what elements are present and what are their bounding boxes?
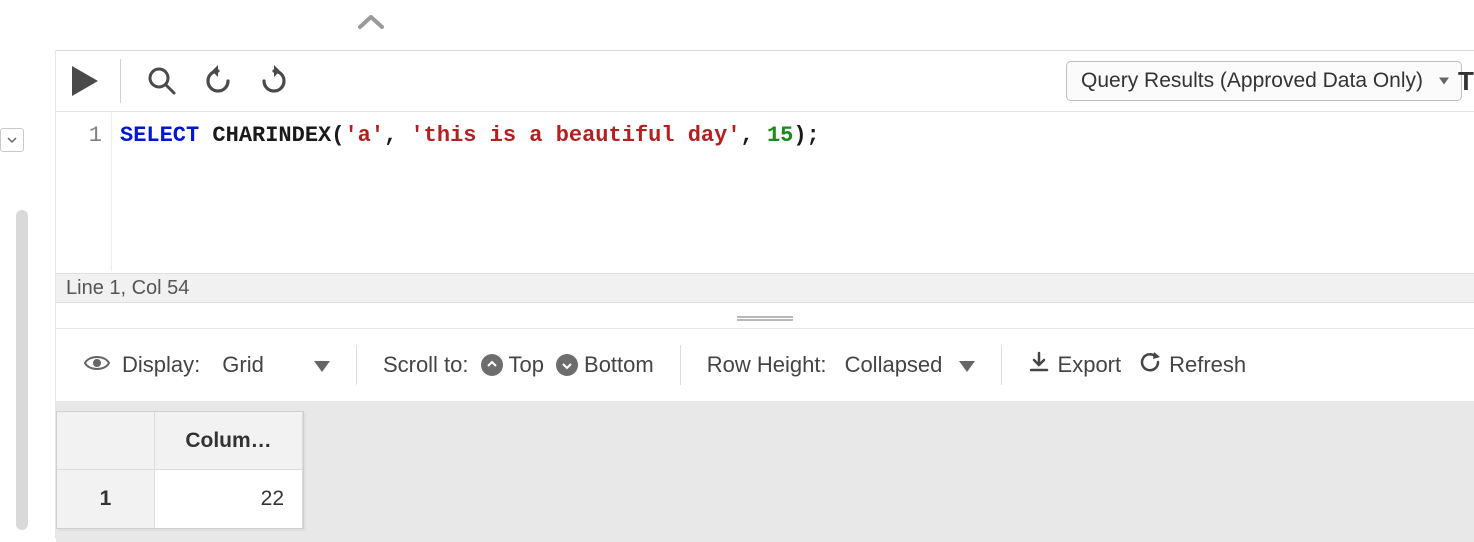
table-row[interactable]: 1 22 [57,470,303,528]
export-label: Export [1058,352,1122,378]
column-header[interactable]: Colum… [155,412,303,470]
left-gutter [0,50,56,538]
token-space [199,123,212,148]
refresh-button[interactable]: Refresh [1139,351,1246,379]
results-toolbar-divider [356,345,357,385]
main-panel: Query Results (Approved Data Only) T 1 S… [56,50,1474,542]
toolbar-divider [120,59,121,103]
rowheight-group: Row Height: Collapsed [707,352,975,378]
code-line-1[interactable]: SELECT CHARINDEX('a', 'this is a beautif… [120,122,1464,150]
token-comma-2: , [741,123,767,148]
undo-button[interactable] [201,64,235,98]
download-icon [1028,351,1050,379]
scroll-bottom-label: Bottom [584,352,654,378]
editor-toolbar: Query Results (Approved Data Only) T [56,51,1474,111]
scroll-top-button[interactable]: Top [481,352,544,378]
row-number-cell: 1 [57,470,155,528]
caret-down-icon [314,361,330,372]
panel-splitter[interactable] [56,309,1474,329]
search-button[interactable] [145,64,179,98]
token-comma-1: , [384,123,410,148]
token-number-1: 15 [767,123,793,148]
token-semicolon: ; [807,123,820,148]
rowheight-value: Collapsed [845,352,943,377]
token-string-1: 'a' [344,123,384,148]
data-cell[interactable]: 22 [155,470,303,528]
arrow-up-circle-icon [481,354,503,376]
token-string-2: 'this is a beautiful day' [410,123,740,148]
scroll-group: Scroll to: Top Bottom [383,352,654,378]
token-lparen: ( [331,123,344,148]
redo-button[interactable] [257,64,291,98]
token-rparen: ) [793,123,806,148]
corner-cell [57,412,155,470]
scroll-top-label: Top [509,352,544,378]
run-button[interactable] [68,64,102,98]
results-area: Colum… 1 22 [56,401,1474,542]
caret-down-icon [959,361,975,372]
scroll-to-label: Scroll to: [383,352,469,378]
result-mode-label: Query Results (Approved Data Only) [1081,69,1423,93]
rowheight-label: Row Height: [707,352,827,378]
eye-icon [84,352,110,378]
arrow-down-circle-icon [556,354,578,376]
splitter-grip-icon [737,316,793,321]
row-number: 1 [100,487,112,511]
display-mode-select[interactable]: Grid [222,352,330,378]
token-function-name: CHARINDEX [212,123,331,148]
display-mode-value: Grid [222,352,264,377]
results-toolbar: Display: Grid Scroll to: Top [56,333,1474,397]
results-toolbar-divider [680,345,681,385]
truncated-right-label: T [1452,51,1474,111]
rowheight-select[interactable]: Collapsed [845,352,975,378]
line-gutter: 1 [56,112,112,271]
cell-value: 22 [261,487,284,511]
result-mode-select[interactable]: Query Results (Approved Data Only) [1066,61,1462,101]
editor-status-bar: Line 1, Col 54 [56,273,1474,303]
cursor-position: Line 1, Col 54 [66,277,189,300]
results-grid[interactable]: Colum… 1 22 [56,411,304,529]
left-mini-select[interactable] [0,128,24,152]
editor-toolbar-left [68,59,291,103]
refresh-label: Refresh [1169,352,1246,378]
export-button[interactable]: Export [1028,351,1122,379]
sql-editor[interactable]: 1 SELECT CHARINDEX('a', 'this is a beaut… [56,111,1474,271]
line-number: 1 [56,122,102,150]
scrollbar-thumb[interactable] [16,210,28,530]
column-header-label: Colum… [185,429,271,453]
results-toolbar-divider [1001,345,1002,385]
token-keyword-select: SELECT [120,123,199,148]
table-header-row: Colum… [57,412,303,470]
display-group: Display: Grid [84,352,330,378]
collapse-panel-chevron-icon[interactable] [356,6,386,40]
scroll-bottom-button[interactable]: Bottom [556,352,654,378]
refresh-icon [1139,351,1161,379]
display-label: Display: [122,352,200,378]
app-root: Query Results (Approved Data Only) T 1 S… [0,0,1474,542]
